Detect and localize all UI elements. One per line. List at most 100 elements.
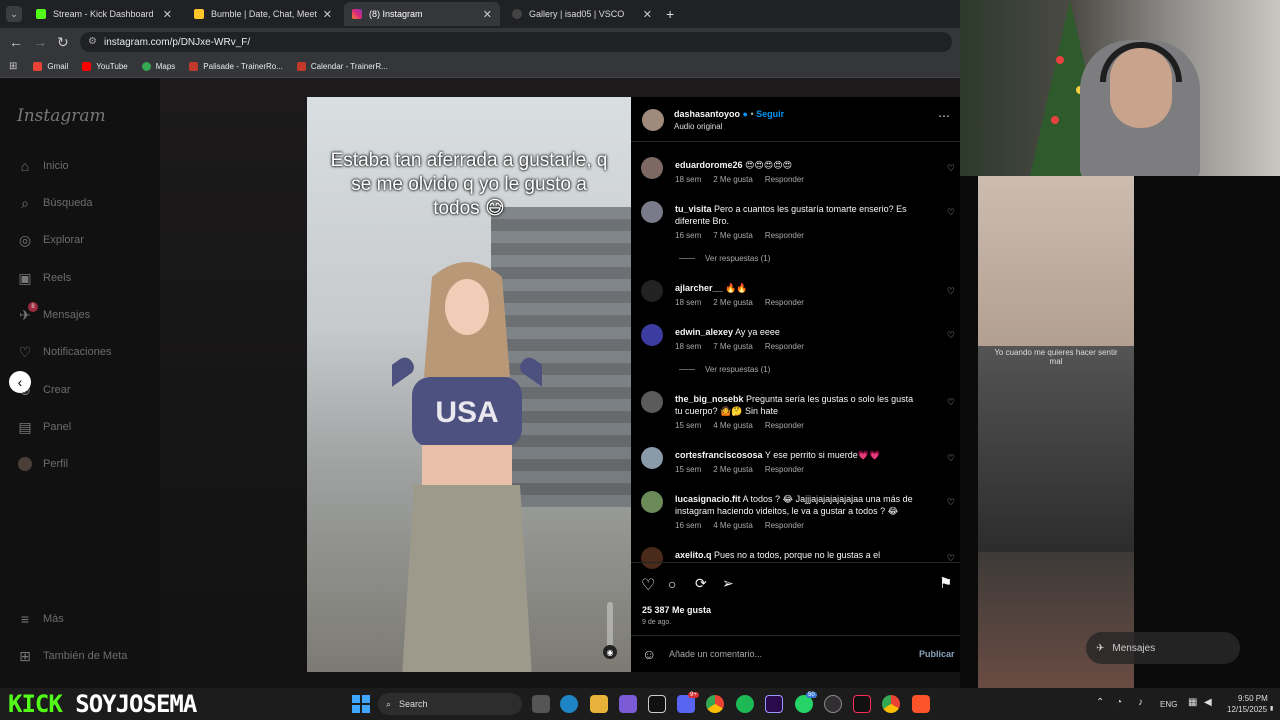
commenter-avatar[interactable]	[641, 280, 663, 302]
reel-video[interactable]: USA Estaba tan aferrada a gustarle, q se…	[307, 97, 631, 672]
commenter-avatar[interactable]	[641, 157, 663, 179]
comment-reply[interactable]: Responder	[765, 298, 804, 307]
commenter-username[interactable]: lucasignacio.fit	[675, 494, 741, 504]
comment-likes[interactable]: 7 Me gusta	[713, 342, 753, 351]
comment-likes[interactable]: 2 Me gusta	[713, 298, 753, 307]
nav-explorar[interactable]: ◎ Explorar	[17, 232, 84, 248]
commenter-avatar[interactable]	[641, 447, 663, 469]
capcut-icon[interactable]	[648, 695, 666, 713]
tray-wifi-icon[interactable]: ◔	[1116, 697, 1122, 708]
chrome-profile-icon[interactable]	[882, 695, 900, 713]
clock-date[interactable]: 12/15/2025	[1227, 705, 1267, 714]
view-replies-button[interactable]: Ver respuestas (1)	[679, 254, 770, 263]
commenter-username[interactable]: axelito.q	[675, 550, 712, 560]
comment-reply[interactable]: Responder	[765, 465, 804, 474]
comment-like-icon[interactable]: ♡	[947, 207, 955, 218]
commenter-avatar[interactable]	[641, 491, 663, 513]
commenter-avatar[interactable]	[641, 201, 663, 223]
tray-mic-icon[interactable]: ♪	[1138, 697, 1143, 708]
store-icon[interactable]	[619, 695, 637, 713]
task-view-icon[interactable]	[532, 695, 550, 713]
likes-count[interactable]: 25 387 Me gusta	[642, 605, 711, 615]
tab-vsco[interactable]: Gallery | isad05 | VSCO ✕	[504, 2, 660, 26]
commenter-avatar[interactable]	[641, 547, 663, 569]
bookmark-gmail[interactable]: Gmail	[33, 62, 68, 71]
save-bookmark-icon[interactable]: ⚑	[939, 574, 952, 592]
commenter-username[interactable]: eduardorome26	[675, 160, 743, 170]
comment-reply[interactable]: Responder	[765, 231, 804, 240]
windows-start-icon[interactable]	[352, 695, 370, 713]
tray-chevron-icon[interactable]: ⌃	[1096, 697, 1104, 708]
comment-reply[interactable]: Responder	[765, 521, 804, 530]
edge-icon[interactable]	[560, 695, 578, 713]
comment-likes[interactable]: 4 Me gusta	[713, 421, 753, 430]
nav-busqueda[interactable]: ⌕ Búsqueda	[17, 195, 92, 211]
tab-instagram[interactable]: (8) Instagram ✕	[344, 2, 500, 26]
view-replies-button[interactable]: Ver respuestas (1)	[679, 365, 770, 374]
reload-icon[interactable]: ↻	[57, 34, 69, 51]
clock-time[interactable]: 9:50 PM	[1238, 694, 1268, 703]
commenter-username[interactable]: cortesfranciscososa	[675, 450, 763, 460]
commenter-username[interactable]: tu_visita	[675, 204, 712, 214]
comment-like-icon[interactable]: ♡	[947, 163, 955, 174]
close-tab-icon[interactable]: ✕	[643, 8, 652, 21]
comment-like-icon[interactable]: ♡	[947, 497, 955, 508]
nav-perfil[interactable]: Perfil	[17, 456, 68, 472]
tab-search-dropdown[interactable]: ⌄	[6, 6, 22, 22]
commenter-avatar[interactable]	[641, 391, 663, 413]
language-indicator[interactable]: ENG	[1160, 700, 1177, 709]
share-icon[interactable]: ➢	[722, 575, 734, 592]
tab-kick-dashboard[interactable]: Stream - Kick Dashboard ✕	[28, 2, 180, 26]
nav-notificaciones[interactable]: ♡ Notificaciones	[17, 344, 112, 360]
repost-icon[interactable]: ⟳	[695, 575, 707, 592]
comment-reply[interactable]: Responder	[765, 342, 804, 351]
author-avatar[interactable]	[642, 109, 664, 131]
commenter-username[interactable]: the_big_nosebk	[675, 394, 744, 404]
comment-icon[interactable]: ○	[668, 576, 676, 592]
nav-tambien-de-meta[interactable]: ⊞ También de Meta	[17, 648, 127, 664]
comment-likes[interactable]: 7 Me gusta	[713, 231, 753, 240]
bookmark-palisade[interactable]: Palisade - TrainerRo...	[189, 62, 283, 71]
instagram-logo[interactable]: Instagram	[17, 106, 106, 126]
new-tab-button[interactable]: +	[666, 6, 674, 22]
commenter-username[interactable]: ajlarcher__	[675, 283, 723, 293]
comment-like-icon[interactable]: ♡	[947, 286, 955, 297]
author-username[interactable]: dashasantoyoo	[674, 109, 740, 119]
comment-reply[interactable]: Responder	[765, 421, 804, 430]
close-tab-icon[interactable]: ✕	[163, 8, 172, 21]
nav-mensajes[interactable]: ✈ 8 Mensajes	[17, 302, 90, 323]
obs-icon[interactable]	[824, 695, 842, 713]
url-bar[interactable]: ⚙ instagram.com/p/DNJxe-WRv_F/	[80, 32, 952, 52]
bookmark-youtube[interactable]: YouTube	[82, 62, 128, 71]
publish-button[interactable]: Publicar	[919, 649, 955, 659]
taskbar-search[interactable]: ⌕ Search	[378, 693, 522, 715]
chrome-icon[interactable]	[706, 695, 724, 713]
mute-icon[interactable]: ◉	[603, 645, 617, 659]
comment-input[interactable]: Añade un comentario...	[669, 649, 762, 659]
nav-panel[interactable]: ▤ Panel	[17, 419, 71, 435]
close-tab-icon[interactable]: ✕	[483, 8, 492, 21]
nav-inicio[interactable]: ⌂ Inicio	[17, 158, 69, 174]
comment-likes[interactable]: 4 Me gusta	[713, 521, 753, 530]
apps-grid-icon[interactable]: ⊞	[9, 61, 17, 72]
commenter-avatar[interactable]	[641, 324, 663, 346]
bookmark-maps[interactable]: Maps	[141, 62, 175, 71]
back-arrow-icon[interactable]: ←	[9, 34, 23, 50]
close-tab-icon[interactable]: ✕	[323, 8, 332, 21]
follow-button[interactable]: Seguir	[756, 109, 784, 119]
previous-post-button[interactable]: ‹	[9, 371, 31, 393]
commenter-username[interactable]: edwin_alexey	[675, 327, 733, 337]
site-info-icon[interactable]: ⚙	[88, 36, 97, 47]
more-options-icon[interactable]: ⋯	[938, 109, 950, 123]
comment-likes[interactable]: 2 Me gusta	[713, 465, 753, 474]
bookmark-calendar[interactable]: Calendar - TrainerR...	[296, 62, 388, 71]
emoji-icon[interactable]: ☺	[642, 646, 656, 662]
comment-likes[interactable]: 2 Me gusta	[713, 175, 753, 184]
messages-pill[interactable]: ✈ Mensajes	[1086, 632, 1240, 664]
comment-reply[interactable]: Responder	[765, 175, 804, 184]
tray-network-icon[interactable]: ▦	[1188, 697, 1197, 708]
notification-icon[interactable]: ▮	[1270, 705, 1273, 712]
comment-like-icon[interactable]: ♡	[947, 453, 955, 464]
file-explorer-icon[interactable]	[590, 695, 608, 713]
comment-like-icon[interactable]: ♡	[947, 330, 955, 341]
